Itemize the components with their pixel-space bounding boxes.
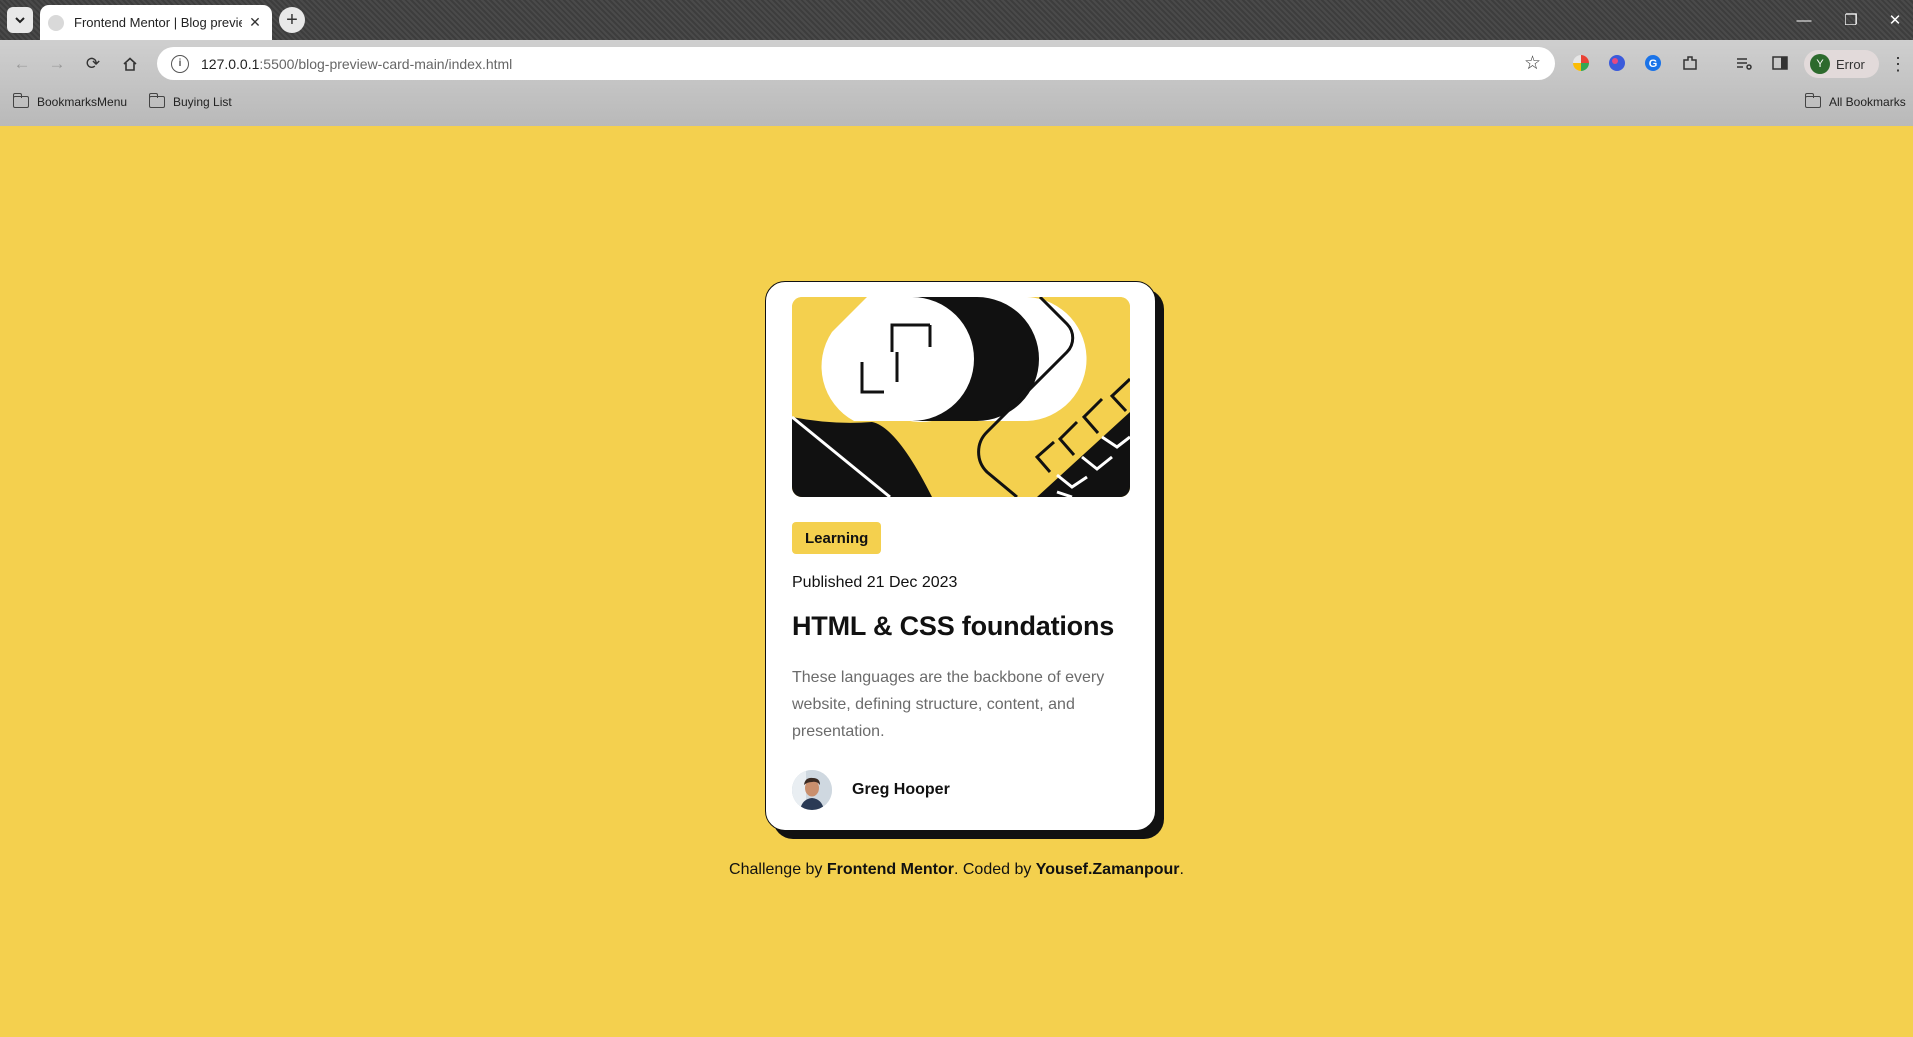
profile-button[interactable]: Y Error [1804, 50, 1879, 78]
folder-icon [148, 93, 165, 108]
avatar [792, 770, 832, 810]
tab-active[interactable]: Frontend Mentor | Blog preview card ✕ [40, 5, 272, 40]
author-name: Greg Hooper [852, 781, 950, 798]
restore-icon[interactable]: ❐ [1836, 8, 1866, 32]
blog-preview-card: Learning Published 21 Dec 2023 HTML & CS… [765, 281, 1156, 831]
attribution: Challenge by Frontend Mentor. Coded by Y… [729, 861, 1184, 878]
avatar: Y [1810, 54, 1830, 74]
home-icon [123, 57, 137, 71]
browser-toolbar: ← → ⟳ i 127.0.0.1:5500/blog-preview-card… [0, 40, 1913, 126]
frontend-mentor-link[interactable]: Frontend Mentor [827, 861, 954, 878]
minimize-icon[interactable]: — [1789, 8, 1819, 32]
new-tab-button[interactable]: + [279, 7, 305, 33]
window-close-icon[interactable]: ✕ [1880, 8, 1910, 32]
home-button[interactable] [116, 50, 144, 78]
favicon-icon [48, 14, 64, 31]
bookmark-star-icon[interactable]: ☆ [1524, 52, 1541, 75]
card-illustration [792, 297, 1130, 497]
folder-icon [12, 93, 29, 108]
reload-button[interactable]: ⟳ [79, 50, 107, 78]
folder-icon [1804, 93, 1821, 108]
category-tag: Learning [792, 522, 882, 554]
svg-text:G: G [1649, 58, 1658, 70]
author: Greg Hooper [792, 770, 950, 810]
site-info-icon[interactable]: i [171, 54, 189, 73]
author-link[interactable]: Yousef.Zamanpour [1036, 861, 1180, 878]
close-icon[interactable]: ✕ [246, 14, 264, 32]
media-controls-icon[interactable] [1734, 53, 1754, 73]
all-bookmarks-button[interactable]: All Bookmarks [1804, 92, 1906, 112]
tab-strip: Frontend Mentor | Blog preview card ✕ + … [0, 0, 1913, 40]
published-date: Published 21 Dec 2023 [792, 574, 958, 591]
extension-colorful-icon[interactable] [1571, 53, 1591, 73]
side-panel-icon[interactable] [1770, 53, 1790, 73]
address-bar[interactable]: i 127.0.0.1:5500/blog-preview-card-main/… [157, 47, 1555, 80]
url-text: 127.0.0.1:5500/blog-preview-card-main/in… [201, 55, 513, 72]
forward-button[interactable]: → [43, 50, 71, 78]
card-title[interactable]: HTML & CSS foundations [792, 611, 1114, 642]
bookmark-folder-bookmarksmenu[interactable]: BookmarksMenu [12, 92, 127, 112]
extensions-puzzle-icon[interactable] [1680, 53, 1700, 73]
profile-status: Error [1836, 56, 1865, 72]
extension-g-icon[interactable]: G [1643, 53, 1663, 73]
chevron-down-icon [15, 17, 25, 24]
tab-title: Frontend Mentor | Blog preview card [74, 15, 242, 30]
tab-search-button[interactable] [7, 7, 33, 33]
extension-globe-icon[interactable] [1607, 53, 1627, 73]
bookmark-folder-buying-list[interactable]: Buying List [148, 92, 232, 112]
more-menu-icon[interactable]: ⋮ [1888, 53, 1908, 75]
card-description: These languages are the backbone of ever… [792, 669, 1105, 740]
back-button[interactable]: ← [8, 50, 36, 78]
